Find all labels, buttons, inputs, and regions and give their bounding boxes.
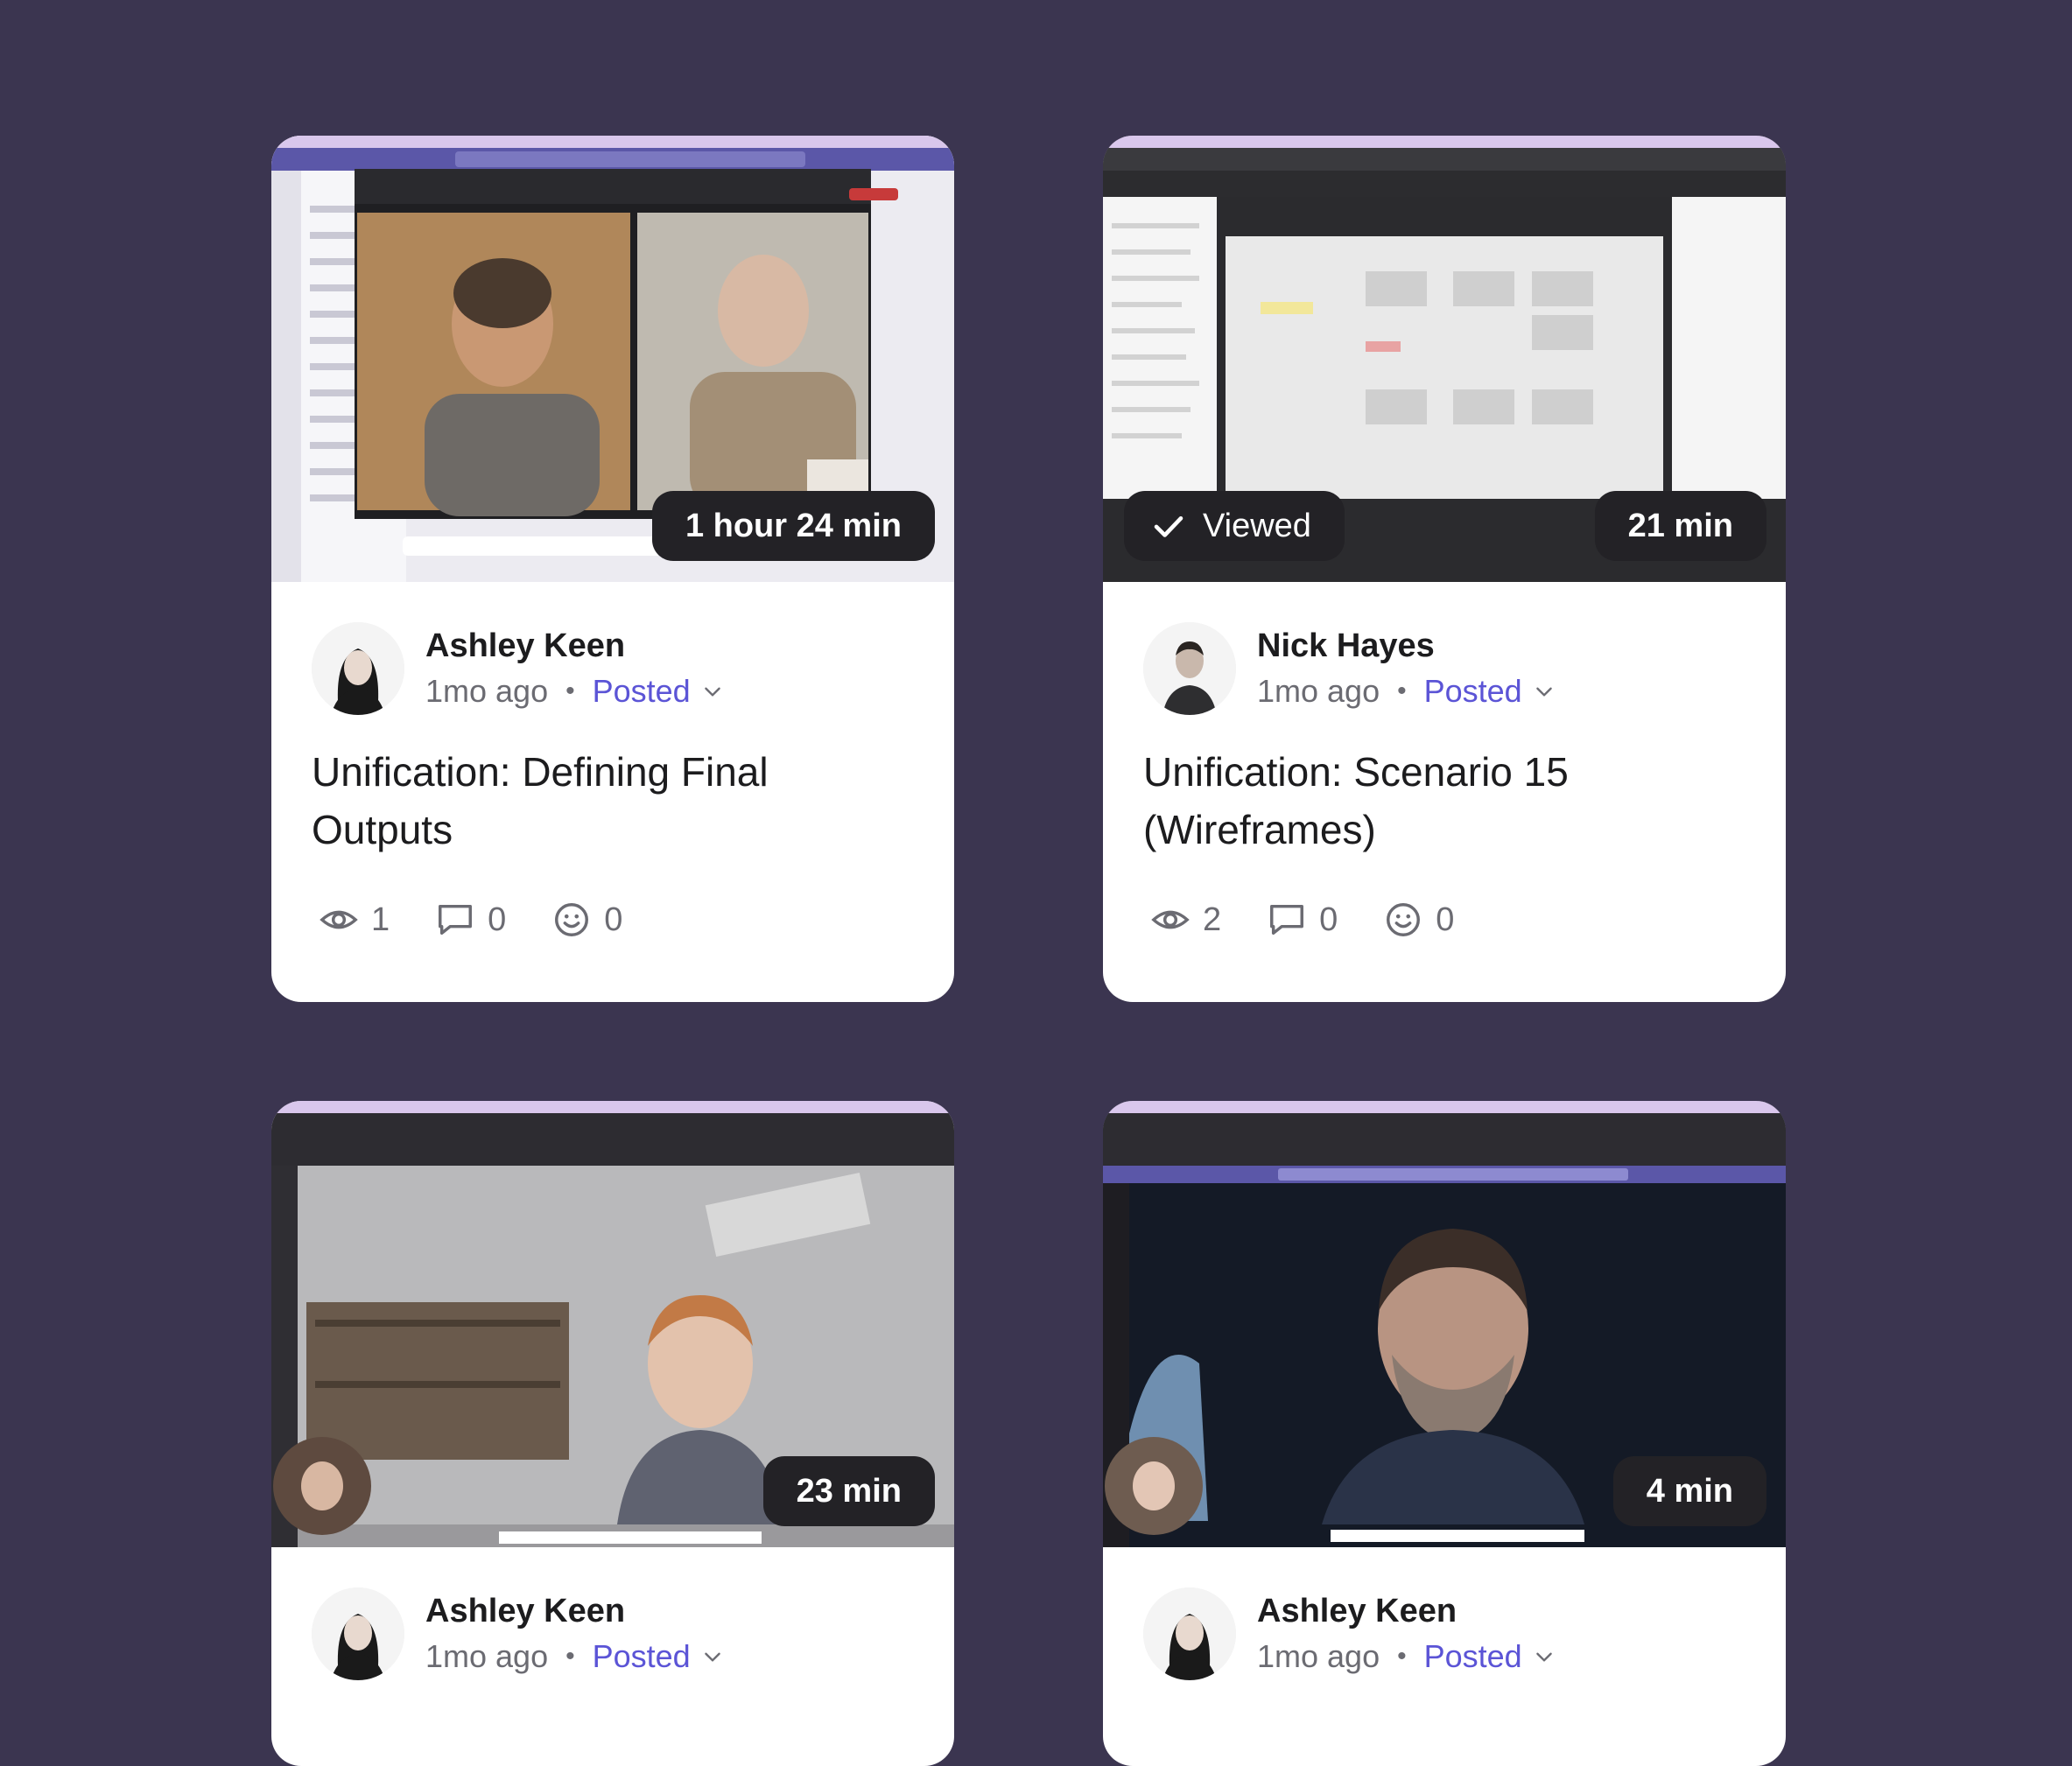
post-age: 1mo ago	[1257, 1638, 1380, 1674]
stats-row: 1 0 0	[312, 894, 914, 946]
author-name[interactable]: Ashley Keen	[425, 1593, 625, 1630]
video-thumbnail[interactable]: 23 min	[271, 1101, 954, 1547]
avatar[interactable]	[312, 1587, 404, 1680]
status-label: Posted	[592, 1638, 691, 1674]
reactions-stat[interactable]: 0	[1383, 900, 1454, 940]
chevron-down-icon	[1535, 687, 1552, 697]
duration-badge: 1 hour 24 min	[651, 491, 935, 561]
avatar[interactable]	[1143, 622, 1236, 715]
video-card[interactable]: 4 min Ashley Keen 1mo ago • Posted	[1103, 1101, 1786, 1766]
post-meta: 1mo ago • Posted	[425, 673, 724, 710]
post-age: 1mo ago	[425, 673, 549, 709]
separator-dot: •	[565, 1642, 575, 1671]
author-row: Nick Hayes 1mo ago • Posted	[1143, 582, 1745, 739]
author-row: Ashley Keen 1mo ago • Posted	[312, 1547, 914, 1705]
author-name[interactable]: Ashley Keen	[1257, 1593, 1457, 1630]
check-icon	[1154, 515, 1183, 537]
views-count: 1	[371, 901, 390, 938]
video-card[interactable]: 1 hour 24 min Ashley Keen 1mo ago • Post…	[271, 136, 954, 1002]
reactions-stat[interactable]: 0	[551, 900, 622, 940]
status-dropdown[interactable]: Posted	[1424, 673, 1556, 710]
chevron-down-icon	[704, 1652, 720, 1662]
author-name[interactable]: Ashley Keen	[425, 627, 625, 665]
separator-dot: •	[1397, 1642, 1407, 1671]
viewed-label: Viewed	[1203, 508, 1311, 544]
viewed-badge: Viewed	[1124, 491, 1345, 561]
video-thumbnail[interactable]: Viewed 21 min	[1103, 136, 1786, 582]
post-meta: 1mo ago • Posted	[425, 1638, 724, 1675]
status-label: Posted	[1423, 1638, 1522, 1674]
chevron-down-icon	[704, 687, 720, 697]
post-meta: 1mo ago • Posted	[1257, 673, 1556, 710]
separator-dot: •	[1397, 676, 1407, 705]
post-age: 1mo ago	[425, 1638, 549, 1674]
video-title[interactable]: Unification: Defining Final Outputs	[312, 743, 914, 858]
comment-icon	[439, 904, 473, 936]
avatar[interactable]	[312, 622, 404, 715]
comments-stat[interactable]: 0	[1267, 900, 1338, 940]
status-label: Posted	[1423, 673, 1522, 709]
comments-stat[interactable]: 0	[435, 900, 506, 940]
smiley-icon	[1387, 903, 1421, 936]
video-thumbnail[interactable]: 4 min	[1103, 1101, 1786, 1547]
post-age: 1mo ago	[1257, 673, 1380, 709]
separator-dot: •	[565, 676, 575, 705]
views-stat[interactable]: 2	[1150, 900, 1221, 940]
post-meta: 1mo ago • Posted	[1257, 1638, 1556, 1675]
video-thumbnail[interactable]: 1 hour 24 min	[271, 136, 954, 582]
author-name[interactable]: Nick Hayes	[1257, 627, 1435, 665]
comments-count: 0	[1319, 901, 1338, 938]
video-title[interactable]: Unification: Scenario 15 (Wireframes)	[1143, 743, 1745, 858]
author-row: Ashley Keen 1mo ago • Posted	[312, 582, 914, 739]
comments-count: 0	[488, 901, 507, 938]
reactions-count: 0	[604, 901, 623, 938]
status-dropdown[interactable]: Posted	[593, 673, 724, 710]
video-card[interactable]: Viewed 21 min Nick Hayes 1mo ago • Poste…	[1103, 136, 1786, 1002]
smiley-icon	[555, 903, 589, 936]
eye-icon	[320, 910, 358, 929]
author-row: Ashley Keen 1mo ago • Posted	[1143, 1547, 1745, 1705]
chevron-down-icon	[1535, 1652, 1552, 1662]
stats-row: 2 0 0	[1143, 894, 1745, 946]
comment-icon	[1270, 904, 1304, 936]
duration-badge: 4 min	[1612, 1456, 1766, 1526]
status-label: Posted	[592, 673, 691, 709]
status-dropdown[interactable]: Posted	[593, 1638, 724, 1675]
eye-icon	[1151, 910, 1190, 929]
views-count: 2	[1203, 901, 1222, 938]
reactions-count: 0	[1436, 901, 1455, 938]
status-dropdown[interactable]: Posted	[1424, 1638, 1556, 1675]
avatar[interactable]	[1143, 1587, 1236, 1680]
duration-badge: 23 min	[762, 1456, 935, 1526]
duration-badge: 21 min	[1594, 491, 1766, 561]
video-card[interactable]: 23 min Ashley Keen 1mo ago • Posted	[271, 1101, 954, 1766]
views-stat[interactable]: 1	[319, 900, 390, 940]
